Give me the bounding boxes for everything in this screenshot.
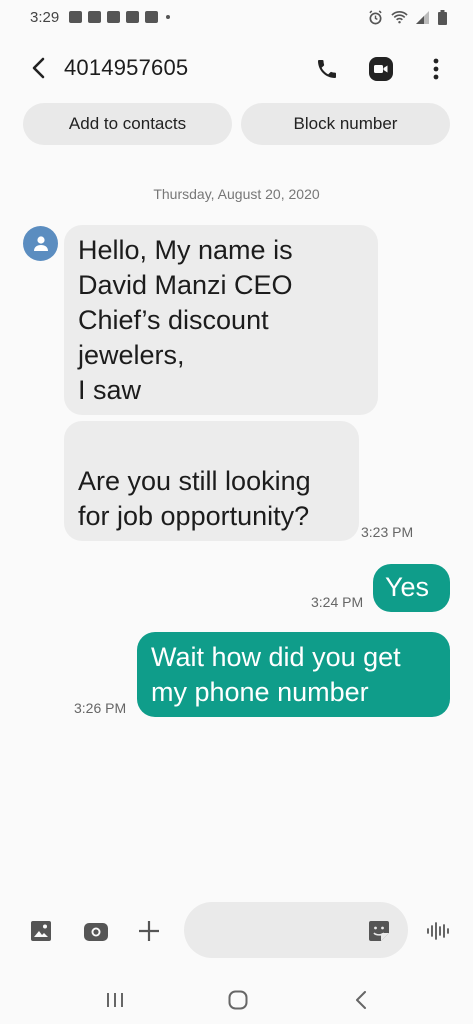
navigation-bar <box>0 975 473 1024</box>
outgoing-message[interactable]: Yes <box>373 564 450 612</box>
youtube-icon <box>145 11 159 23</box>
recent-apps-icon <box>107 993 123 1007</box>
gallery-icon <box>31 921 51 941</box>
snapchat-icon <box>88 11 102 23</box>
battery-icon <box>438 9 447 25</box>
video-call-button[interactable] <box>366 54 396 84</box>
date-separator: Thursday, August 20, 2020 <box>153 186 320 202</box>
nav-back-button[interactable] <box>346 985 376 1015</box>
add-to-contacts-button[interactable]: Add to contacts <box>23 103 232 145</box>
outgoing-message[interactable]: Wait how did you get my phone number <box>137 632 450 717</box>
nav-back-icon <box>356 991 366 1009</box>
facebook-icon <box>69 11 83 23</box>
sticker-icon <box>369 921 389 941</box>
voice-icon <box>427 922 449 940</box>
message-time: 3:26 PM <box>74 700 127 716</box>
home-icon <box>228 990 248 1010</box>
back-icon <box>32 57 45 79</box>
phone-icon <box>318 60 336 78</box>
youtube-icon <box>107 11 121 23</box>
back-button[interactable] <box>24 54 52 82</box>
status-bar: 3:29 <box>0 0 473 34</box>
video-call-icon <box>369 57 393 81</box>
person-icon <box>33 236 48 251</box>
more-notifications-icon <box>166 15 171 19</box>
recent-apps-button[interactable] <box>100 985 130 1015</box>
attach-button[interactable] <box>134 916 164 946</box>
gallery-button[interactable] <box>26 916 56 946</box>
camera-icon <box>84 923 108 941</box>
incoming-message[interactable]: Are you still looking for job opportunit… <box>64 421 359 541</box>
conversation-header: 4014957605 <box>0 44 473 92</box>
contact-number: 4014957605 <box>64 55 189 80</box>
plus-icon <box>139 921 159 941</box>
message-time: 3:23 PM <box>361 524 414 540</box>
call-button[interactable] <box>312 54 342 84</box>
incoming-message[interactable]: Hello, My name is David Manzi CEO Chief’… <box>64 225 378 415</box>
voice-input-button[interactable] <box>423 916 453 946</box>
more-options-button[interactable] <box>421 54 451 84</box>
status-time: 3:29 <box>30 8 60 26</box>
alarm-icon <box>369 9 382 24</box>
sticker-button[interactable] <box>364 916 394 946</box>
home-button[interactable] <box>223 985 253 1015</box>
wifi-icon <box>391 11 408 24</box>
youtube-icon <box>126 11 140 23</box>
block-number-button[interactable]: Block number <box>241 103 450 145</box>
avatar[interactable] <box>23 226 58 261</box>
message-time: 3:24 PM <box>311 594 364 610</box>
signal-icon <box>416 10 429 24</box>
camera-button[interactable] <box>81 916 111 946</box>
more-options-icon <box>433 58 439 80</box>
